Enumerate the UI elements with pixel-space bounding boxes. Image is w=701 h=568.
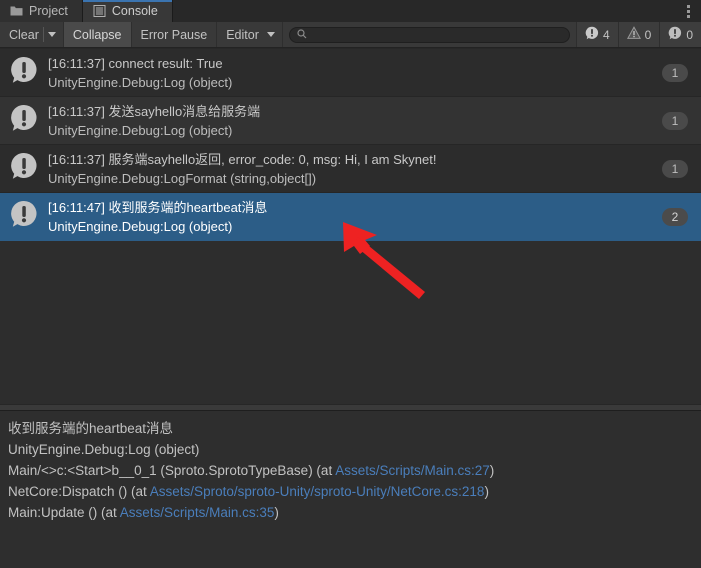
error-counter-value: 0 <box>686 27 693 42</box>
stack-frame-3-prefix: Main:Update () (at <box>8 505 120 520</box>
tab-project-label: Project <box>29 4 68 18</box>
log-entry-count-badge: 1 <box>662 63 688 82</box>
stack-frame-1-link[interactable]: Assets/Scripts/Main.cs:27 <box>335 463 490 478</box>
stack-frame-2: NetCore:Dispatch () (at Assets/Sproto/sp… <box>8 481 693 502</box>
stack-frame-3-suffix: ) <box>274 505 279 520</box>
collapse-button[interactable]: Collapse <box>63 22 132 47</box>
stack-frame-1-suffix: ) <box>489 463 495 478</box>
search-input[interactable] <box>311 28 562 41</box>
log-entry-text: [16:11:37] 发送sayhello消息给服务端 UnityEngine.… <box>48 102 662 140</box>
log-info-icon <box>585 26 599 43</box>
info-counter[interactable]: 4 <box>575 22 618 47</box>
log-counters: 4 0 0 <box>575 22 701 47</box>
editor-button-label: Editor <box>226 27 259 42</box>
log-entry-message: [16:11:47] 收到服务端的heartbeat消息 <box>48 199 268 215</box>
warning-counter[interactable]: 0 <box>617 22 660 47</box>
log-entry-count-badge: 1 <box>662 111 688 130</box>
log-info-icon <box>9 199 39 234</box>
info-counter-value: 4 <box>602 27 610 42</box>
console-toolbar: Clear Collapse Error Pause Editor 4 0 0 <box>0 22 701 48</box>
clear-button-label: Clear <box>9 27 39 42</box>
log-detail-pane[interactable]: 收到服务端的heartbeat消息 UnityEngine.Debug:Log … <box>0 411 701 568</box>
detail-source: UnityEngine.Debug:Log (object) <box>8 442 200 457</box>
search-icon <box>297 26 307 44</box>
tab-project[interactable]: Project <box>0 0 83 22</box>
tab-bar: Project Console <box>0 0 701 22</box>
clear-button-group: Clear <box>0 22 64 47</box>
search-area <box>282 22 576 47</box>
console-log-list[interactable]: [16:11:37] connect result: True UnityEng… <box>0 49 701 410</box>
tab-bar-filler <box>172 0 675 22</box>
log-entry-message: [16:11:37] 发送sayhello消息给服务端 <box>48 103 261 119</box>
detail-message: 收到服务端的heartbeat消息 <box>8 421 174 436</box>
log-entry-count-badge: 1 <box>662 159 688 178</box>
log-entry-row-selected[interactable]: [16:11:47] 收到服务端的heartbeat消息 UnityEngine… <box>0 193 701 241</box>
stack-frame-2-suffix: ) <box>484 484 489 499</box>
unity-console-window: Project Console Clear Collapse Error Pau… <box>0 0 701 568</box>
warning-triangle-icon <box>626 26 641 43</box>
log-entry-source: UnityEngine.Debug:Log (object) <box>48 122 233 138</box>
log-entry-count-badge: 2 <box>662 207 688 226</box>
log-info-icon <box>9 151 39 186</box>
log-entry-row[interactable]: [16:11:37] 发送sayhello消息给服务端 UnityEngine.… <box>0 97 701 145</box>
log-entry-source: UnityEngine.Debug:LogFormat (string,obje… <box>48 170 317 186</box>
editor-dropdown-button[interactable] <box>262 22 282 47</box>
log-entry-source: UnityEngine.Debug:Log (object) <box>48 74 233 90</box>
kebab-menu-icon[interactable] <box>675 0 701 22</box>
log-entry-text: [16:11:47] 收到服务端的heartbeat消息 UnityEngine… <box>48 198 662 236</box>
clear-button[interactable]: Clear <box>0 22 43 47</box>
editor-dropdown-group: Editor <box>217 22 283 47</box>
console-lines-icon <box>93 5 106 17</box>
log-entry-row[interactable]: [16:11:37] connect result: True UnityEng… <box>0 49 701 97</box>
stack-frame-1: Main/<>c:<Start>b__0_1 (Sproto.SprotoTyp… <box>8 460 693 481</box>
log-info-icon <box>9 55 39 90</box>
kebab-dot <box>686 9 690 13</box>
clear-dropdown-button[interactable] <box>43 22 63 47</box>
stack-frame-3-link[interactable]: Assets/Scripts/Main.cs:35 <box>120 505 275 520</box>
log-entry-text: [16:11:37] connect result: True UnityEng… <box>48 54 662 92</box>
stack-frame-3: Main:Update () (at Assets/Scripts/Main.c… <box>8 502 693 523</box>
editor-button[interactable]: Editor <box>217 22 263 47</box>
error-counter[interactable]: 0 <box>659 22 701 47</box>
log-list-empty-area[interactable] <box>0 241 701 410</box>
error-pause-button[interactable]: Error Pause <box>131 22 218 47</box>
error-circle-icon <box>668 26 682 43</box>
warning-counter-value: 0 <box>644 27 652 42</box>
folder-icon <box>10 5 23 17</box>
error-pause-button-label: Error Pause <box>140 27 208 42</box>
chevron-down-icon <box>47 32 56 37</box>
tab-console-label: Console <box>111 4 158 18</box>
panel-splitter[interactable] <box>0 404 701 411</box>
tab-console[interactable]: Console <box>82 0 173 22</box>
search-field[interactable] <box>288 26 570 44</box>
log-entry-source: UnityEngine.Debug:Log (object) <box>48 218 233 234</box>
log-entry-row[interactable]: [16:11:37] 服务端sayhello返回, error_code: 0,… <box>0 145 701 193</box>
log-entry-message: [16:11:37] 服务端sayhello返回, error_code: 0,… <box>48 151 437 167</box>
chevron-down-icon <box>266 32 275 37</box>
stack-frame-2-link[interactable]: Assets/Sproto/sproto-Unity/sproto-Unity/… <box>150 484 485 499</box>
log-entry-message: [16:11:37] connect result: True <box>48 55 223 71</box>
stack-frame-2-prefix: NetCore:Dispatch () (at <box>8 484 150 499</box>
collapse-button-label: Collapse <box>72 27 122 42</box>
kebab-dot <box>686 4 690 8</box>
log-entry-text: [16:11:37] 服务端sayhello返回, error_code: 0,… <box>48 150 662 188</box>
stack-frame-1-prefix: Main/<>c:<Start>b__0_1 (Sproto.SprotoTyp… <box>8 463 336 478</box>
kebab-dot <box>686 14 690 18</box>
log-info-icon <box>9 103 39 138</box>
